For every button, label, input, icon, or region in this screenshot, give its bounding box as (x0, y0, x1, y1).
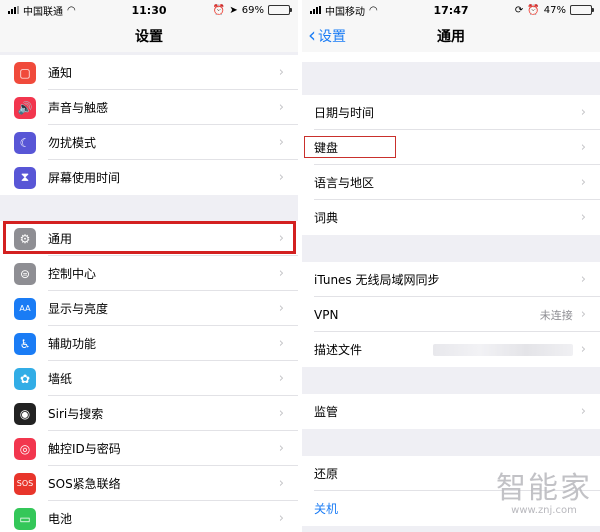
row-supervision[interactable]: 监管 › (302, 394, 600, 429)
accessibility-icon: ♿ (14, 332, 36, 355)
settings-row[interactable]: AA 显示与亮度 › (0, 291, 298, 326)
row-label: 语言与地区 (314, 176, 375, 190)
row-datetime[interactable]: 日期与时间 › (302, 95, 600, 130)
row-label: VPN (314, 307, 339, 322)
blurred-value (432, 343, 573, 356)
chevron-right-icon: › (580, 105, 586, 120)
status-bar: 中国联通 ◠ 11:30 ⏰ ➤ 69% (0, 0, 298, 20)
chevron-right-icon: › (580, 175, 586, 190)
moon-icon: ☾ (14, 131, 36, 154)
chevron-right-icon: › (278, 266, 284, 281)
chevron-right-icon: › (580, 210, 586, 225)
row-label: 词典 (314, 211, 339, 225)
chevron-right-icon: › (278, 170, 284, 185)
battery-percent: 69% (241, 4, 264, 16)
row-label: 通用 (48, 232, 73, 246)
rotation-lock-icon: ⟳ (514, 4, 524, 16)
chevron-right-icon: › (580, 342, 586, 357)
gear-icon: ⚙ (14, 227, 36, 250)
chevron-right-icon: › (278, 441, 284, 456)
settings-row[interactable]: ▭ 电池 › (0, 501, 298, 532)
row-label: 墙纸 (48, 372, 73, 386)
chevron-right-icon: › (278, 406, 284, 421)
row-label: 日期与时间 (314, 106, 375, 120)
row-label: 键盘 (314, 141, 339, 155)
row-label: 显示与亮度 (48, 302, 109, 316)
nav-bar: 设置 (0, 20, 298, 52)
switches-icon: ⊜ (14, 262, 36, 285)
row-language[interactable]: 语言与地区 › (302, 165, 600, 200)
chevron-right-icon: › (278, 100, 284, 115)
page-title: 设置 (135, 29, 163, 45)
chevron-right-icon: › (580, 272, 586, 287)
settings-row[interactable]: ▢ 通知 › (0, 55, 298, 90)
row-label: Siri与搜索 (48, 407, 104, 421)
chevron-right-icon: › (580, 140, 586, 155)
chevron-right-icon: › (278, 476, 284, 491)
row-label: 控制中心 (48, 267, 97, 281)
row-label: iTunes 无线局域网同步 (314, 273, 440, 287)
settings-row[interactable]: SOS SOS紧急联络 › (0, 466, 298, 501)
row-dictionary[interactable]: 词典 › (302, 200, 600, 235)
row-label: 触控ID与密码 (48, 442, 121, 456)
settings-row[interactable]: ◎ 触控ID与密码 › (0, 431, 298, 466)
battery-icon: ▭ (14, 507, 36, 530)
right-screen: 中国移动 ◠ 17:47 ⟳ ⏰ 47% ‹ 设置 通用 日期与时间 › 键盘 … (302, 0, 600, 532)
settings-row[interactable]: ☾ 勿扰模式 › (0, 125, 298, 160)
settings-row[interactable]: ✿ 墙纸 › (0, 361, 298, 396)
vpn-status: 未连接 (539, 308, 573, 322)
row-label: 描述文件 (314, 343, 363, 357)
settings-row[interactable]: ♿ 辅助功能 › (0, 326, 298, 361)
row-label: 勿扰模式 (48, 136, 97, 150)
alarm-icon: ⏰ (527, 4, 540, 16)
settings-row[interactable]: ◉ Siri与搜索 › (0, 396, 298, 431)
back-button[interactable]: ‹ 设置 (308, 20, 346, 52)
battery-icon (570, 5, 594, 15)
sos-icon: SOS (14, 472, 36, 495)
left-screen: 中国联通 ◠ 11:30 ⏰ ➤ 69% 设置 ▢ 通知 › 🔊 声音与触感 › ☾ 勿扰模式… (0, 0, 298, 532)
flower-icon: ✿ (14, 367, 36, 390)
speaker-icon: 🔊 (14, 96, 36, 119)
row-label: 辅助功能 (48, 337, 97, 351)
notification-icon: ▢ (14, 61, 36, 84)
back-label: 设置 (318, 29, 346, 45)
settings-row[interactable]: ⚙ 通用 › (0, 221, 298, 256)
chevron-right-icon: › (580, 307, 586, 322)
settings-row[interactable]: ⊜ 控制中心 › (0, 256, 298, 291)
status-bar: 中国移动 ◠ 17:47 ⟳ ⏰ 47% (302, 0, 600, 20)
row-vpn[interactable]: VPN 未连接 › (302, 297, 600, 332)
chevron-right-icon: › (278, 371, 284, 386)
hourglass-icon: ⧗ (14, 166, 36, 189)
chevron-right-icon: › (580, 404, 586, 419)
row-label: 监管 (314, 405, 339, 419)
fingerprint-icon: ◎ (14, 437, 36, 460)
row-label: 通知 (48, 66, 73, 80)
chevron-right-icon: › (278, 231, 284, 246)
chevron-right-icon: › (278, 511, 284, 526)
chevron-right-icon: › (278, 301, 284, 316)
location-icon: ➤ (229, 4, 238, 16)
row-keyboard[interactable]: 键盘 › (302, 130, 600, 165)
row-itunes-sync[interactable]: iTunes 无线局域网同步 › (302, 262, 600, 297)
settings-row[interactable]: ⧗ 屏幕使用时间 › (0, 160, 298, 195)
alarm-icon: ⏰ (212, 4, 226, 16)
page-title: 通用 (437, 29, 465, 45)
settings-row[interactable]: 🔊 声音与触感 › (0, 90, 298, 125)
aa-icon: AA (14, 297, 36, 320)
chevron-right-icon: › (278, 336, 284, 351)
clipped-row (302, 52, 600, 62)
watermark-logo: 智能家 www.znj.com (496, 471, 592, 516)
siri-icon: ◉ (14, 402, 36, 425)
chevron-right-icon: › (278, 65, 284, 80)
row-label: 声音与触感 (48, 101, 109, 115)
nav-bar: ‹ 设置 通用 (302, 20, 600, 52)
battery-percent: 47% (543, 4, 566, 16)
row-label: 屏幕使用时间 (48, 171, 121, 185)
row-label: 电池 (48, 512, 73, 526)
chevron-left-icon: ‹ (308, 23, 316, 47)
row-profile[interactable]: 描述文件 › (302, 332, 600, 367)
battery-icon (268, 5, 292, 15)
row-label: SOS紧急联络 (48, 477, 121, 491)
chevron-right-icon: › (278, 135, 284, 150)
